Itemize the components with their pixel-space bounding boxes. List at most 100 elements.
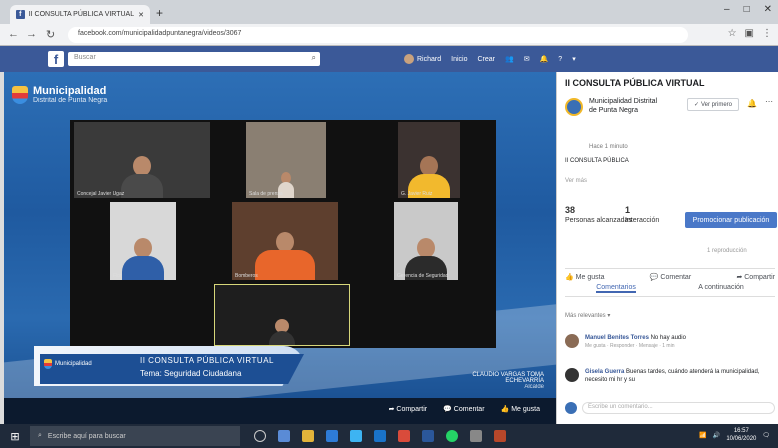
mail-icon[interactable] xyxy=(350,430,362,442)
logo-title: Municipalidad xyxy=(33,85,107,97)
comment-author[interactable]: Gisela Guerra xyxy=(585,369,624,375)
speaker-caption: CLAUDIO VARGAS TOMA ECHEVARRÍA Alcalde xyxy=(434,372,544,390)
chrome-icon[interactable] xyxy=(398,430,410,442)
post-share-label: Compartir xyxy=(744,274,775,281)
search-placeholder: Buscar xyxy=(74,54,96,61)
url-field[interactable]: facebook.com/municipalidadpuntanegra/vid… xyxy=(68,27,688,43)
edge-icon[interactable] xyxy=(374,430,386,442)
close-window-button[interactable]: ✕ xyxy=(764,4,772,15)
task-view-icon[interactable] xyxy=(278,430,290,442)
browser-tab[interactable]: f II CONSULTA PÚBLICA VIRTUAL ✕ xyxy=(10,5,150,24)
tile-label: G. Javier Ruiz xyxy=(401,191,433,197)
banner-logo-text: Municipalidad xyxy=(55,361,92,367)
page-avatar[interactable] xyxy=(565,98,583,116)
comment-label: Comentar xyxy=(453,406,485,413)
new-tab-button[interactable]: + xyxy=(156,6,163,20)
tab-up-next[interactable]: A continuación xyxy=(698,284,744,293)
participant-figure xyxy=(122,238,164,280)
maximize-button[interactable]: □ xyxy=(744,4,750,15)
post-time[interactable]: Hace 1 minuto xyxy=(589,144,628,150)
nav-inicio[interactable]: Inicio xyxy=(451,56,467,63)
extension-icon[interactable]: ▣ xyxy=(745,28,754,39)
promote-button[interactable]: Promocionar publicación xyxy=(685,212,777,228)
tile-label: Concejal Javier Ugaz xyxy=(77,191,125,197)
comment-button[interactable]: 💬 Comentar xyxy=(443,405,484,413)
participant-tile-active xyxy=(214,284,350,346)
post-share-button[interactable]: ➦ Compartir xyxy=(736,273,775,281)
avatar[interactable] xyxy=(565,368,579,382)
follow-label: Ver primero xyxy=(701,101,733,108)
reload-icon[interactable]: ↻ xyxy=(46,28,55,41)
post-comment-label: Comentar xyxy=(660,274,692,281)
store-icon[interactable] xyxy=(326,430,338,442)
facebook-logo-icon[interactable]: f xyxy=(48,51,64,67)
comment-composer: Escribe un comentario... xyxy=(565,400,775,416)
participant-tile: Flor xyxy=(110,202,176,280)
powerpoint-icon[interactable] xyxy=(494,430,506,442)
minimize-button[interactable]: – xyxy=(724,4,730,15)
nav-profile-label: Richard xyxy=(417,55,442,63)
more-options-icon[interactable]: ⋯ xyxy=(765,97,773,106)
help-icon[interactable]: ? xyxy=(558,56,562,63)
participant-tile: Bomberos xyxy=(232,202,338,280)
post-hashtag: II CONSULTA PÚBLICA xyxy=(565,158,629,164)
nav-crear[interactable]: Crear xyxy=(477,56,495,63)
search-icon[interactable]: ⌕ xyxy=(312,53,316,63)
title-banner: Municipalidad II CONSULTA PÚBLICA VIRTUA… xyxy=(40,354,304,384)
avatar[interactable] xyxy=(565,334,579,348)
friends-icon[interactable]: 👥 xyxy=(505,55,514,63)
menu-icon[interactable]: ⋮ xyxy=(762,28,772,39)
forward-icon[interactable]: → xyxy=(26,28,37,40)
facebook-nav: Richard Inicio Crear 👥 ✉ 🔔 ? ▾ xyxy=(404,54,576,64)
page-name[interactable]: Municipalidad Distrital de Punta Negra xyxy=(589,97,661,115)
live-video[interactable]: Municipalidad Distrital de Punta Negra C… xyxy=(4,72,556,424)
facebook-search-input[interactable]: Buscar ⌕ xyxy=(68,52,320,66)
like-button[interactable]: 👍 Me gusta xyxy=(501,405,540,413)
tab-comments[interactable]: Comentarios xyxy=(596,284,636,293)
comment-input[interactable]: Escribe un comentario... xyxy=(582,402,775,414)
follow-button[interactable]: ✓ Ver primero xyxy=(687,98,739,111)
video-action-bar: ➦ Compartir 💬 Comentar 👍 Me gusta xyxy=(4,398,556,424)
clock-date: 10/06/2020 xyxy=(726,436,757,442)
nav-profile[interactable]: Richard xyxy=(404,54,441,64)
participant-figure xyxy=(255,232,315,280)
messenger-icon[interactable]: ✉ xyxy=(524,55,530,63)
comment-author[interactable]: Manuel Benites Torres xyxy=(585,335,649,341)
app-icon[interactable] xyxy=(470,430,482,442)
share-button[interactable]: ➦ Compartir xyxy=(389,405,428,413)
share-label: Compartir xyxy=(396,406,428,413)
banner-logo: Municipalidad xyxy=(44,359,92,369)
notifications-icon[interactable]: 🔔 xyxy=(540,55,549,63)
participant-tile: Sala de prensa xyxy=(246,122,326,198)
search-icon: ⌕ xyxy=(38,432,42,439)
post-comment-button[interactable]: 💬 Comentar xyxy=(650,273,691,281)
windows-taskbar: ⊞ ⌕ Escribe aquí para buscar 📶 🔊 16:57 1… xyxy=(0,424,778,448)
start-button[interactable]: ⊞ xyxy=(0,424,30,448)
word-icon[interactable] xyxy=(422,430,434,442)
close-tab-icon[interactable]: ✕ xyxy=(138,11,144,19)
clock[interactable]: 16:57 10/06/2020 xyxy=(726,427,756,443)
cortana-icon[interactable] xyxy=(254,430,266,442)
post-side-panel: II CONSULTA PÚBLICA VIRTUAL Municipalida… xyxy=(556,72,778,424)
participant-tile: Concejal Javier Ugaz xyxy=(74,122,210,198)
network-icon[interactable]: 📶 xyxy=(699,432,706,439)
chevron-down-icon[interactable]: ▾ xyxy=(572,55,576,63)
participant-grid: Concejal Javier Ugaz Sala de prensa G. J… xyxy=(70,120,496,348)
municipality-logo: Municipalidad Distrital de Punta Negra xyxy=(12,86,107,104)
volume-icon[interactable]: 🔊 xyxy=(713,432,720,439)
see-more-link[interactable]: Ver más xyxy=(565,178,587,184)
speaker-name: CLAUDIO VARGAS TOMA ECHEVARRÍA xyxy=(472,372,544,384)
file-explorer-icon[interactable] xyxy=(302,430,314,442)
notifications-center-icon[interactable]: 🗨 xyxy=(762,432,770,439)
back-icon[interactable]: ← xyxy=(8,28,19,40)
interactions-label: Interacción xyxy=(625,217,660,224)
post-like-button[interactable]: 👍 Me gusta xyxy=(565,273,604,281)
whatsapp-icon[interactable] xyxy=(446,430,458,442)
comment-sort[interactable]: Más relevantes ▾ xyxy=(565,312,610,319)
clock-time: 16:57 xyxy=(733,428,749,434)
interactions-count: 1 xyxy=(625,205,631,215)
comment-meta[interactable]: Me gusta · Responder · Mensaje · 1 min xyxy=(585,342,775,350)
star-icon[interactable]: ☆ xyxy=(728,28,737,39)
bell-icon[interactable]: 🔔 xyxy=(747,99,757,108)
taskbar-search[interactable]: ⌕ Escribe aquí para buscar xyxy=(30,426,240,446)
